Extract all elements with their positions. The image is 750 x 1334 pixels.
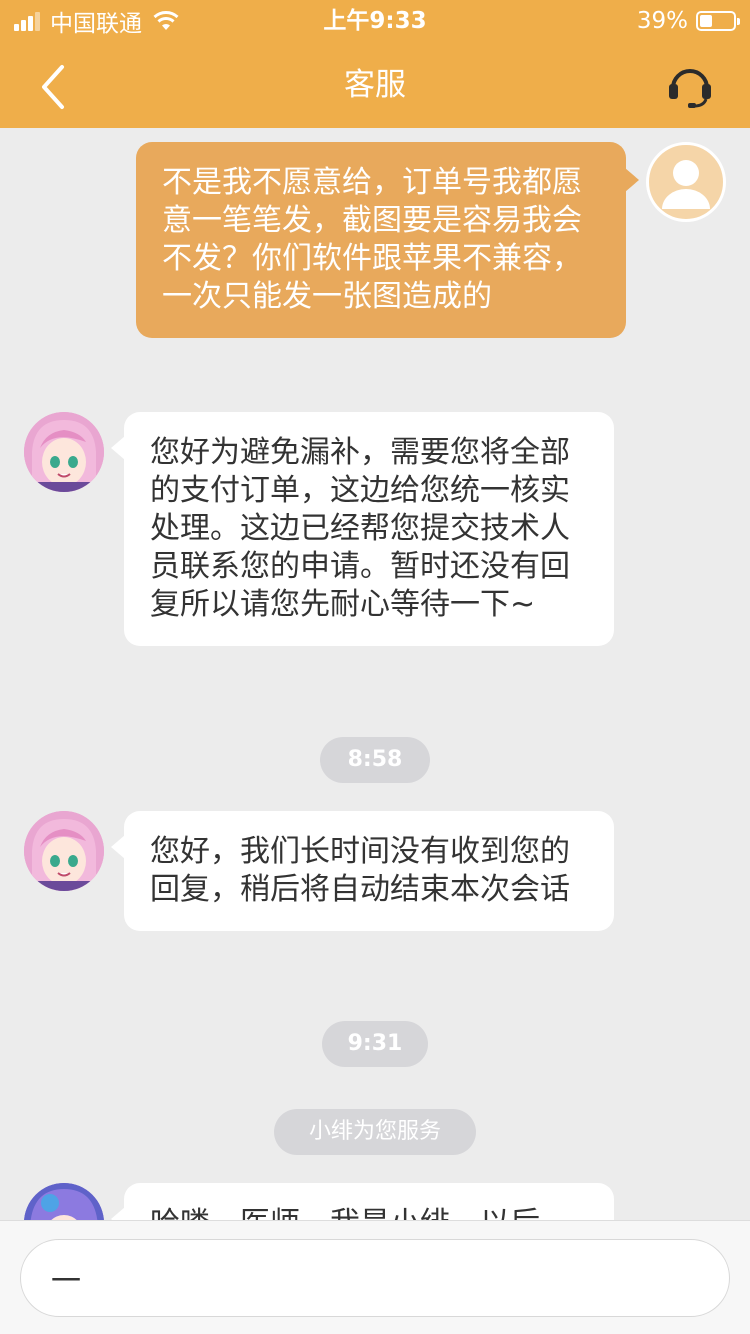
chat-area[interactable]: 不是我不愿意给，订单号我都愿意一笔笔发，截图要是容易我会不发？你们软件跟苹果不兼… (0, 128, 750, 1220)
anime-girl-avatar-icon (24, 811, 104, 891)
bubble-tail (111, 436, 125, 460)
system-notice: 小绯为您服务 (274, 1109, 476, 1155)
battery-percent: 39% (636, 8, 688, 34)
status-right: 39% (636, 6, 740, 36)
anime-girl-avatar-icon (24, 1183, 104, 1220)
message-agent: 您好，我们长时间没有收到您的回复，稍后将自动结束本次会话 (0, 811, 750, 981)
app-header: 中国联通 上午9:33 39% 客服 (0, 0, 750, 128)
message-agent: 您好为避免漏补，需要您将全部的支付订单，这边给您统一核实处理。这边已经帮您提交技… (0, 412, 750, 692)
status-bar: 中国联通 上午9:33 39% (0, 0, 750, 42)
page-title: 客服 (344, 67, 406, 103)
agent-avatar[interactable] (24, 811, 104, 891)
user-avatar-icon (662, 160, 710, 209)
message-input[interactable] (20, 1239, 730, 1317)
timestamp-pill: 9:31 (322, 1021, 428, 1067)
battery-fill (700, 15, 713, 27)
timestamp-pill: 8:58 (320, 737, 430, 783)
anime-girl-avatar-icon (24, 412, 104, 492)
message-bubble: 您好为避免漏补，需要您将全部的支付订单，这边给您统一核实处理。这边已经帮您提交技… (124, 412, 614, 646)
input-bar (0, 1220, 750, 1334)
bubble-tail (111, 1207, 125, 1220)
bubble-tail (625, 168, 639, 192)
headset-icon[interactable] (664, 60, 716, 112)
nav-bar: 客服 (0, 42, 750, 128)
user-avatar[interactable] (646, 142, 726, 222)
agent-avatar[interactable] (24, 412, 104, 492)
message-bubble: 不是我不愿意给，订单号我都愿意一笔笔发，截图要是容易我会不发？你们软件跟苹果不兼… (136, 142, 626, 338)
agent-avatar[interactable] (24, 1183, 104, 1220)
message-user: 不是我不愿意给，订单号我都愿意一笔笔发，截图要是容易我会不发？你们软件跟苹果不兼… (0, 128, 750, 388)
battery-icon (696, 11, 740, 31)
bubble-tail (111, 835, 125, 859)
message-bubble: 哈喽，医师，我是小绯，以后 (124, 1183, 614, 1220)
message-bubble: 您好，我们长时间没有收到您的回复，稍后将自动结束本次会话 (124, 811, 614, 931)
message-agent: 哈喽，医师，我是小绯，以后 (0, 1183, 750, 1220)
